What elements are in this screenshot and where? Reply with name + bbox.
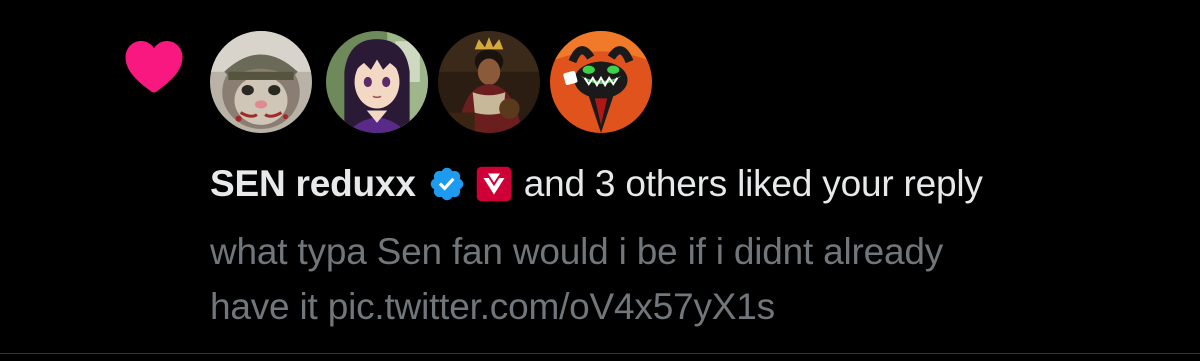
like-summary: SEN reduxx and 3 others liked your reply — [210, 160, 983, 208]
avatar-king-portrait[interactable] — [436, 29, 542, 135]
avatar-cartoon-demon[interactable] — [548, 29, 654, 135]
reply-line: have it pic.twitter.com/oV4x57yX1s — [210, 286, 775, 327]
sentinels-logo-icon[interactable] — [476, 166, 512, 202]
verified-icon — [430, 167, 463, 201]
avatar-anime-girl[interactable] — [324, 29, 430, 135]
action-text: and 3 others liked your reply — [523, 163, 983, 204]
divider — [0, 353, 1200, 354]
user-name-link[interactable]: SEN reduxx — [210, 163, 416, 205]
like-notification[interactable]: SEN reduxx and 3 others liked your reply… — [0, 0, 1200, 353]
reply-text[interactable]: what typa Sen fan would i be if i didnt … — [210, 224, 1170, 334]
avatar-cat-helmet[interactable] — [208, 29, 314, 135]
heart-icon — [125, 41, 183, 93]
reply-line: what typa Sen fan would i be if i didnt … — [210, 231, 944, 272]
